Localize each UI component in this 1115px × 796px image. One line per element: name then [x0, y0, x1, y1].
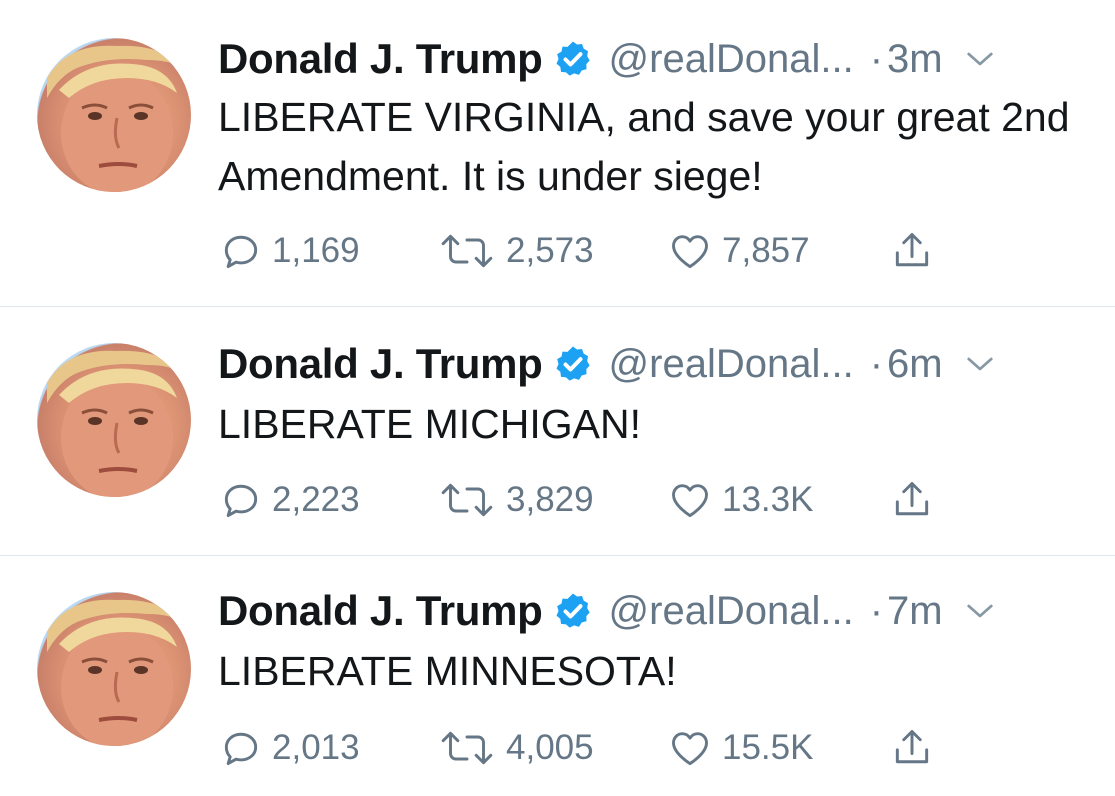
- time-separator: ·: [869, 588, 884, 633]
- share-icon: [895, 233, 929, 267]
- share-button[interactable]: [888, 726, 936, 770]
- retweet-button[interactable]: 3,829: [436, 478, 594, 522]
- share-icon: [895, 482, 929, 516]
- chevron-down-icon[interactable]: [965, 349, 995, 379]
- reply-icon: [224, 484, 258, 518]
- avatar[interactable]: [37, 592, 191, 746]
- heart-icon: [672, 235, 708, 269]
- retweet-button[interactable]: 2,573: [436, 229, 594, 273]
- tweet-text: LIBERATE MICHIGAN!: [218, 401, 641, 447]
- like-count: 7,857: [722, 231, 810, 270]
- avatar-portrait-icon: [47, 45, 187, 192]
- like-button[interactable]: 15.5K: [666, 726, 813, 770]
- heart-icon: [672, 732, 708, 766]
- like-button[interactable]: 13.3K: [666, 478, 813, 522]
- reply-button[interactable]: 2,223: [218, 478, 360, 522]
- tweet-actions: 2,223 3,829 13.3K: [218, 478, 978, 522]
- retweet-count: 3,829: [506, 480, 594, 519]
- avatar-portrait-icon: [47, 599, 187, 746]
- like-button[interactable]: 7,857: [666, 229, 810, 273]
- verified-badge-icon: [556, 41, 590, 76]
- avatar-portrait-icon: [47, 350, 187, 497]
- retweet-icon: [441, 483, 493, 517]
- reply-button[interactable]: 1,169: [218, 229, 360, 273]
- verified-badge-icon: [556, 346, 590, 381]
- reply-button[interactable]: 2,013: [218, 726, 360, 770]
- chevron-down-icon[interactable]: [965, 596, 995, 626]
- share-button[interactable]: [888, 229, 936, 273]
- time-separator: ·: [869, 36, 884, 81]
- avatar[interactable]: [37, 38, 191, 192]
- author-name[interactable]: Donald J. Trump: [218, 340, 543, 388]
- heart-icon: [672, 484, 708, 518]
- verified-badge-icon: [556, 593, 590, 628]
- author-handle[interactable]: @realDonal...: [609, 589, 854, 634]
- reply-icon: [224, 732, 258, 766]
- share-button[interactable]: [888, 478, 936, 522]
- like-count: 15.5K: [722, 728, 814, 767]
- retweet-icon: [441, 234, 493, 268]
- retweet-button[interactable]: 4,005: [436, 726, 594, 770]
- reply-count: 2,013: [272, 728, 360, 767]
- like-count: 13.3K: [722, 480, 814, 519]
- tweet-item[interactable]: Donald J. Trump @realDonal... · 6m LIBER…: [0, 307, 1115, 556]
- tweet-text: LIBERATE VIRGINIA, and save your great 2…: [218, 94, 1070, 199]
- tweet-timestamp[interactable]: 7m: [887, 589, 943, 634]
- author-handle[interactable]: @realDonal...: [609, 37, 854, 82]
- reply-count: 2,223: [272, 480, 360, 519]
- time-separator: ·: [869, 341, 884, 386]
- reply-icon: [224, 235, 258, 269]
- timeline: Donald J. Trump @realDonal... · 3m LIBER…: [0, 0, 1115, 796]
- tweet-text: LIBERATE MINNESOTA!: [218, 648, 677, 694]
- tweet-timestamp[interactable]: 6m: [887, 342, 943, 387]
- author-name[interactable]: Donald J. Trump: [218, 35, 543, 83]
- retweet-count: 2,573: [506, 231, 594, 270]
- author-name[interactable]: Donald J. Trump: [218, 587, 543, 635]
- reply-count: 1,169: [272, 231, 360, 270]
- retweet-icon: [441, 731, 493, 765]
- tweet-item[interactable]: Donald J. Trump @realDonal... · 7m LIBER…: [0, 556, 1115, 796]
- tweet-item[interactable]: Donald J. Trump @realDonal... · 3m LIBER…: [0, 0, 1115, 307]
- retweet-count: 4,005: [506, 728, 594, 767]
- chevron-down-icon[interactable]: [965, 44, 995, 74]
- tweet-timestamp[interactable]: 3m: [887, 37, 943, 82]
- avatar[interactable]: [37, 343, 191, 497]
- tweet-actions: 2,013 4,005 15.5K: [218, 726, 978, 770]
- author-handle[interactable]: @realDonal...: [609, 342, 854, 387]
- share-icon: [895, 730, 929, 764]
- tweet-actions: 1,169 2,573 7,857: [218, 229, 978, 273]
